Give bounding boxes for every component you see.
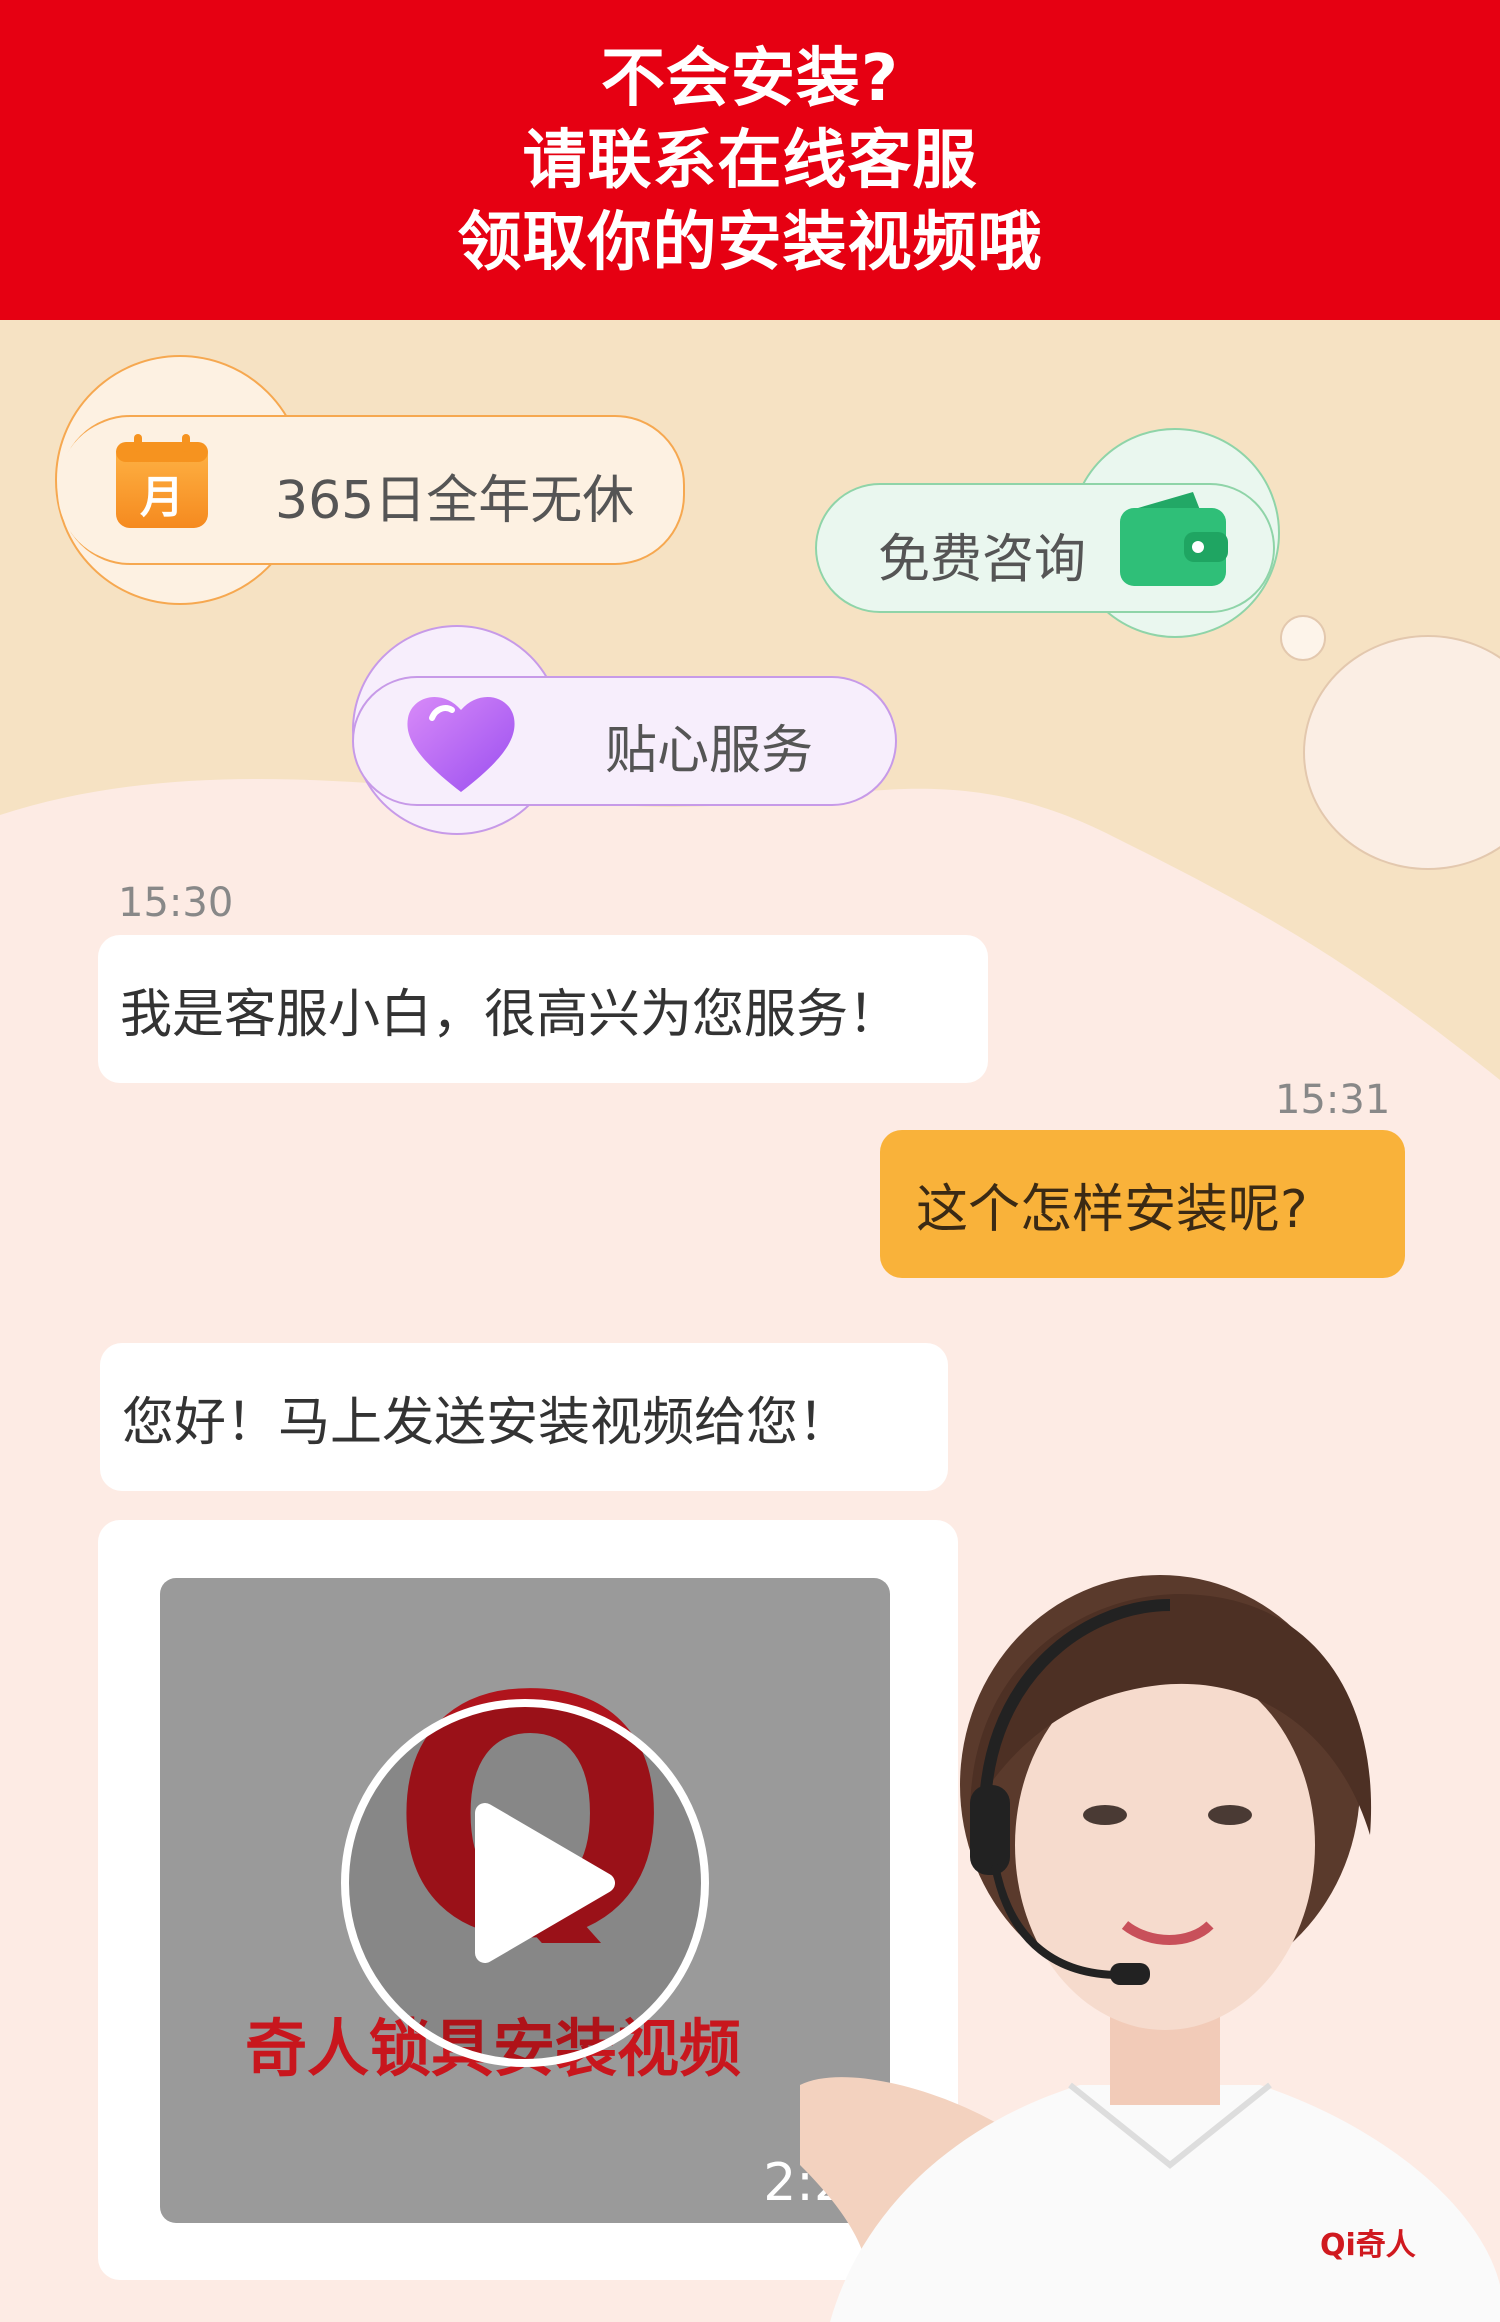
message-text: 您好！马上发送安装视频给您！ xyxy=(122,1392,851,1453)
heart-icon xyxy=(407,696,515,792)
customer-service-agent-image: Qi奇人 xyxy=(800,1575,1500,2322)
user-message: 这个怎样安装呢? xyxy=(880,1130,1405,1278)
feature-label-caring-service: 贴心服务 xyxy=(605,721,814,781)
message-text: 我是客服小白，很高兴为您服务！ xyxy=(120,984,901,1045)
wallet-icon xyxy=(1120,492,1228,586)
agent-badge: Qi奇人 xyxy=(1320,2228,1416,2263)
message-text: 这个怎样安装呢? xyxy=(916,1179,1308,1240)
banner-line-2: 请联系在线客服 xyxy=(522,124,978,198)
decorative-bubble xyxy=(1280,615,1326,661)
banner-line-3: 领取你的安装视频哦 xyxy=(457,206,1043,280)
agent-message: 我是客服小白，很高兴为您服务！ xyxy=(98,935,988,1083)
message-timestamp: 15:31 xyxy=(1275,1077,1391,1123)
message-timestamp: 15:30 xyxy=(118,880,234,926)
banner-line-1: 不会安装? xyxy=(600,42,900,116)
svg-text:月: 月 xyxy=(140,472,184,523)
feature-label-free-consult: 免费咨询 xyxy=(878,530,1087,590)
agent-message: 您好！马上发送安装视频给您！ xyxy=(100,1343,948,1491)
feature-label-service-days: 365日全年无休 xyxy=(275,471,635,531)
header-banner: 不会安装? 请联系在线客服 领取你的安装视频哦 xyxy=(0,0,1500,320)
calendar-icon: 月 xyxy=(116,434,208,528)
play-button-icon[interactable] xyxy=(335,1693,715,2073)
